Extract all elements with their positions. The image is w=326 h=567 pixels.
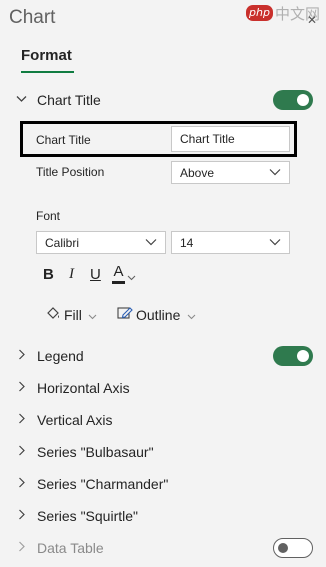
highlight-box <box>20 121 297 157</box>
section-series-2-label: Series "Charmander" <box>37 476 169 492</box>
title-position-dropdown[interactable]: Above <box>171 161 290 184</box>
toggle-knob <box>297 350 309 362</box>
bold-button[interactable]: B <box>43 266 54 283</box>
section-legend-label: Legend <box>37 348 84 364</box>
outline-label: Outline <box>136 306 181 323</box>
chevron-right-icon <box>18 541 32 555</box>
italic-button[interactable]: I <box>69 266 74 283</box>
title-position-value: Above <box>180 165 215 180</box>
font-size-dropdown[interactable]: 14 <box>171 231 290 254</box>
section-vertical-axis[interactable]: Vertical Axis <box>18 412 112 428</box>
chevron-down-icon <box>16 94 30 106</box>
section-horizontal-axis-label: Horizontal Axis <box>37 380 130 396</box>
pane-title: Chart <box>9 7 56 28</box>
chevron-down-icon <box>269 237 281 249</box>
underline-button[interactable]: U <box>90 266 101 283</box>
section-data-table[interactable]: Data Table <box>18 540 104 556</box>
section-series-3[interactable]: Series "Squirtle" <box>18 508 138 524</box>
chevron-right-icon <box>18 349 32 363</box>
font-heading: Font <box>36 209 61 223</box>
font-color-button[interactable]: A <box>112 264 136 286</box>
section-chart-title-label: Chart Title <box>37 92 101 108</box>
watermark-logo: php <box>246 5 273 21</box>
section-series-1-label: Series "Bulbasaur" <box>37 444 154 460</box>
section-chart-title[interactable]: Chart Title <box>16 92 101 108</box>
legend-toggle[interactable] <box>273 346 313 366</box>
font-family-dropdown[interactable]: Calibri <box>36 231 166 254</box>
section-series-3-label: Series "Squirtle" <box>37 508 138 524</box>
chevron-down-icon <box>88 307 97 323</box>
data-table-toggle[interactable] <box>273 538 313 558</box>
chart-title-toggle[interactable] <box>273 90 313 110</box>
font-size-value: 14 <box>180 235 194 250</box>
chevron-down-icon <box>187 307 196 323</box>
section-legend[interactable]: Legend <box>18 348 84 364</box>
toggle-knob <box>278 542 288 553</box>
chevron-right-icon <box>18 381 32 395</box>
section-data-table-label: Data Table <box>37 540 104 556</box>
tab-underline <box>21 71 74 73</box>
paint-bucket-icon <box>46 306 61 323</box>
font-color-icon: A <box>112 264 125 284</box>
chevron-down-icon <box>269 167 281 179</box>
pen-outline-icon <box>117 306 133 323</box>
font-family-value: Calibri <box>45 235 80 250</box>
font-color-swatch <box>112 281 125 284</box>
chevron-right-icon <box>18 445 32 459</box>
chevron-down-icon <box>127 268 136 286</box>
section-vertical-axis-label: Vertical Axis <box>37 412 113 428</box>
title-position-label: Title Position <box>36 165 105 179</box>
chevron-right-icon <box>18 477 32 491</box>
section-horizontal-axis[interactable]: Horizontal Axis <box>18 380 130 396</box>
font-color-glyph: A <box>113 263 124 280</box>
fill-label: Fill <box>64 306 82 323</box>
tab-format[interactable]: Format <box>21 47 72 64</box>
chevron-right-icon <box>18 413 32 427</box>
close-icon[interactable]: ✕ <box>307 13 317 27</box>
outline-button[interactable]: Outline <box>117 306 196 323</box>
section-series-2[interactable]: Series "Charmander" <box>18 476 168 492</box>
fill-button[interactable]: Fill <box>46 306 97 323</box>
toggle-knob <box>297 94 309 106</box>
chevron-right-icon <box>18 509 32 523</box>
section-series-1[interactable]: Series "Bulbasaur" <box>18 444 154 460</box>
chevron-down-icon <box>145 237 157 249</box>
